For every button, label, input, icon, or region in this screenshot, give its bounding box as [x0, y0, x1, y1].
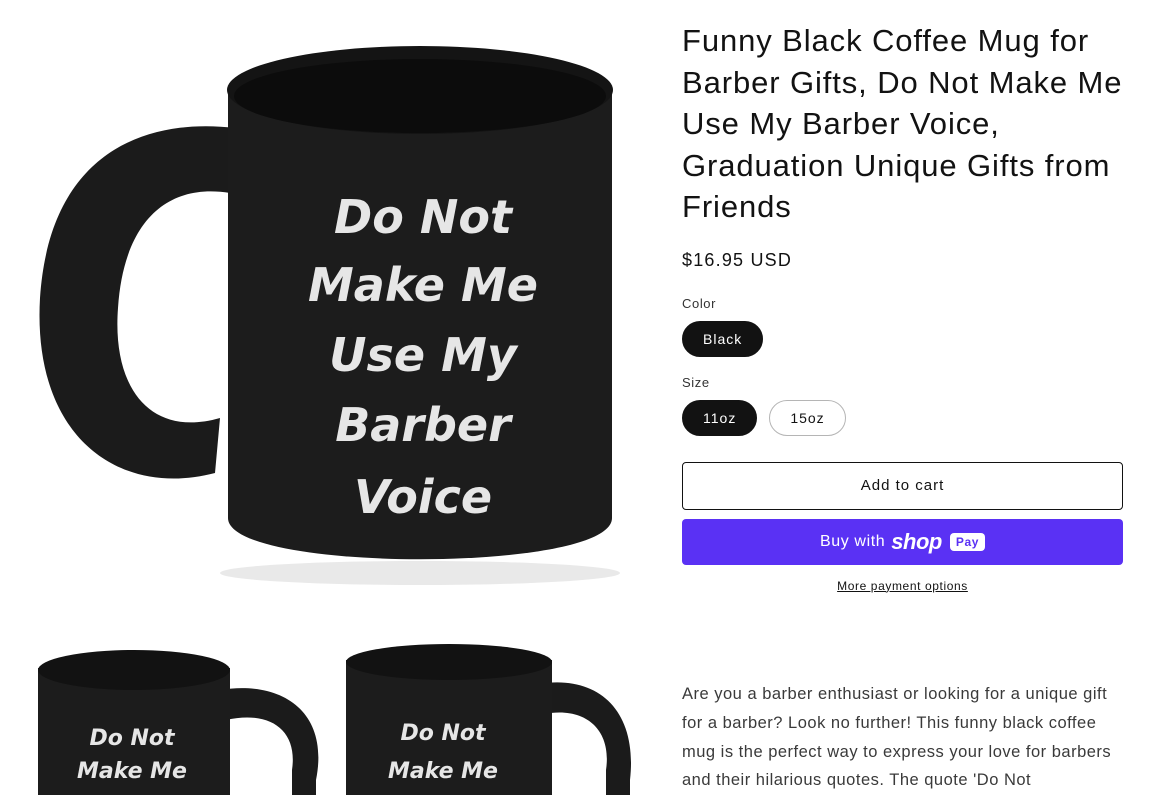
buy-with-label: Buy with [820, 532, 886, 550]
mug-text-line: Make Me [308, 258, 538, 312]
mug-text-line: Do Not [400, 721, 487, 746]
product-main-image[interactable]: Do Not Make Me Use My Barber Voice [30, 28, 640, 608]
mug-text-line: Use My [329, 328, 519, 382]
pay-badge: Pay [949, 532, 985, 551]
mug-text-line: Make Me [77, 759, 187, 784]
mug-text-line: Do Not [334, 190, 514, 244]
product-description: Are you a barber enthusiast or looking f… [682, 685, 1112, 790]
mug-text-line: Do Not [89, 726, 176, 751]
thumbnail-image[interactable]: Do Not Make Me [338, 640, 638, 795]
color-options: Black [682, 320, 1127, 357]
product-info: Funny Black Coffee Mug for Barber Gifts,… [682, 20, 1127, 593]
add-to-cart-button[interactable]: Add to cart [682, 461, 1123, 510]
product-gallery: Do Not Make Me Use My Barber Voice Do No… [0, 0, 660, 795]
mug-text-line: Make Me [388, 759, 498, 784]
color-option-black[interactable]: Black [682, 320, 764, 357]
size-options: 11oz 15oz [682, 399, 1127, 436]
mug-text-line: Barber [335, 398, 514, 452]
color-label: Color [682, 295, 717, 311]
size-option-15oz[interactable]: 15oz [769, 399, 846, 436]
product-title: Funny Black Coffee Mug for Barber Gifts,… [682, 23, 1123, 224]
mug-text-line: Voice [354, 470, 492, 524]
size-label: Size [682, 374, 710, 390]
more-payment-options-link[interactable]: More payment options [682, 579, 1123, 593]
shop-logo-text: shop [891, 528, 942, 554]
product-price: $16.95 USD [682, 249, 793, 270]
thumbnail-image[interactable]: Do Not Make Me [30, 640, 330, 795]
buy-with-shoppay-button[interactable]: Buy with shop Pay [682, 518, 1123, 565]
size-option-11oz[interactable]: 11oz [682, 399, 758, 436]
